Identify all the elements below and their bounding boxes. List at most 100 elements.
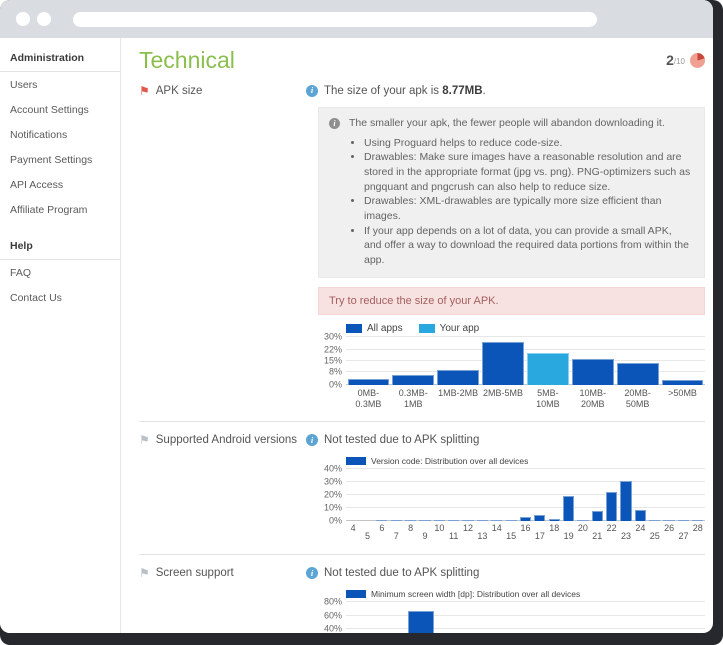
bar-slot [375,469,389,521]
note-bullet-list: Using Proguard helps to reduce code-size… [349,136,692,268]
info-line: i The size of your apk is 8.77MB. [306,84,705,99]
flag-icon: ⚑ [139,85,150,98]
bar [534,515,545,521]
bar-slot [436,337,481,385]
bar [391,520,402,521]
x-tick-label: 16 [518,523,532,542]
bar [462,520,473,521]
section-label: ⚑ Screen support [139,566,306,633]
bar-slot [576,469,590,521]
bar-slot [490,469,504,521]
bar-slot [526,602,556,633]
bar-slot [590,469,604,521]
x-tick-label: 26 [662,523,676,542]
bar [408,611,434,633]
y-tick-label: 0% [329,380,342,389]
x-tick-label: 17 [533,531,547,550]
sidebar-item-payment-settings[interactable]: Payment Settings [0,147,120,172]
x-tick-label: 7 [389,531,403,550]
y-tick-label: 30% [324,332,342,341]
sidebar-header: Administration [0,44,120,72]
address-bar[interactable] [73,12,597,27]
x-tick-label: 0MB-0.3MB [346,388,391,410]
y-tick-label: 8% [329,368,342,377]
bar-slot [360,469,374,521]
bar [549,519,560,521]
note-box: i The smaller your apk, the fewer people… [318,107,705,278]
window-content: AdministrationUsersAccount SettingsNotif… [0,38,713,633]
bars [346,337,705,385]
score-value: 2 [666,52,674,68]
main-panel: Technical 2 /10 ⚑ APK size [121,38,713,633]
bars [346,469,705,521]
bar [692,520,703,521]
bar [506,520,517,521]
chart-legend: All appsYour app [346,323,705,334]
x-axis: 4567891011121314151617181920212223242526… [346,523,705,542]
bar-slot [547,469,561,521]
bar-slot [475,469,489,521]
bar [663,520,674,521]
section-label: ⚑ Supported Android versions [139,433,306,542]
info-icon[interactable]: i [306,85,318,97]
bar [448,520,459,521]
sidebar-item-account-settings[interactable]: Account Settings [0,97,120,122]
sidebar-item-affiliate-program[interactable]: Affiliate Program [0,197,120,222]
page-title: Technical [139,47,235,74]
bar-slot [389,469,403,521]
legend-entry: Your app [419,323,480,334]
sidebar-item-contact-us[interactable]: Contact Us [0,285,120,310]
y-tick-label: 10% [324,504,342,513]
bar-slot [561,469,575,521]
y-tick-label: 20% [324,491,342,500]
sidebar-item-faq[interactable]: FAQ [0,260,120,285]
bar [405,520,416,521]
x-tick-label: 18 [547,523,561,542]
x-tick-label: 9 [418,531,432,550]
bar-slot [346,602,376,633]
info-icon[interactable]: i [306,434,318,446]
bar [482,342,524,385]
section-body: i Not tested due to APK splitting Minimu… [306,566,705,633]
apk-size-chart: All appsYour app0%8%15%22%30%0MB-0.3MB0.… [318,323,705,410]
info-icon[interactable]: i [306,567,318,579]
y-tick-label: 0% [329,517,342,526]
note-bullet: Using Proguard helps to reduce code-size… [364,136,692,151]
section-apk-size: ⚑ APK size i The size of your apk is 8.7… [139,76,705,421]
x-tick-label: 14 [490,523,504,542]
x-tick-label: 24 [633,523,647,542]
x-tick-label: 4 [346,523,360,542]
alert-box: Try to reduce the size of your APK. [318,287,705,315]
bar [620,481,631,521]
bars [346,602,705,633]
bar-slot [504,469,518,521]
y-tick-label: 22% [324,345,342,354]
legend-swatch [346,590,366,598]
note-bullet: If your app depends on a lot of data, yo… [364,224,692,268]
sidebar-item-users[interactable]: Users [0,72,120,97]
x-tick-label: 6 [375,523,389,542]
x-tick-label: 8 [403,523,417,542]
chart-legend: Version code: Distribution over all devi… [346,456,705,466]
y-tick-label: 80% [324,598,342,607]
bar [437,370,479,385]
x-tick-label: 22 [604,523,618,542]
bar-slot [604,469,618,521]
info-text: Not tested due to APK splitting [324,433,479,448]
y-axis: 0%10%20%30%40% [318,469,346,521]
x-tick-label: 28 [691,523,705,542]
bar-slot [648,469,662,521]
bar-slot [660,337,705,385]
legend-entry: Version code: Distribution over all devi… [346,456,528,466]
legend-swatch [346,324,362,333]
bar-slot [518,469,532,521]
bar [376,520,387,521]
sidebar-item-api-access[interactable]: API Access [0,172,120,197]
bar-slot [585,602,615,633]
screen-width-chart: Minimum screen width [dp]: Distribution … [318,589,705,633]
bar-slot [570,337,615,385]
sidebar-item-notifications[interactable]: Notifications [0,122,120,147]
bar-slot [662,469,676,521]
bar [635,510,646,521]
bar-slot [619,469,633,521]
